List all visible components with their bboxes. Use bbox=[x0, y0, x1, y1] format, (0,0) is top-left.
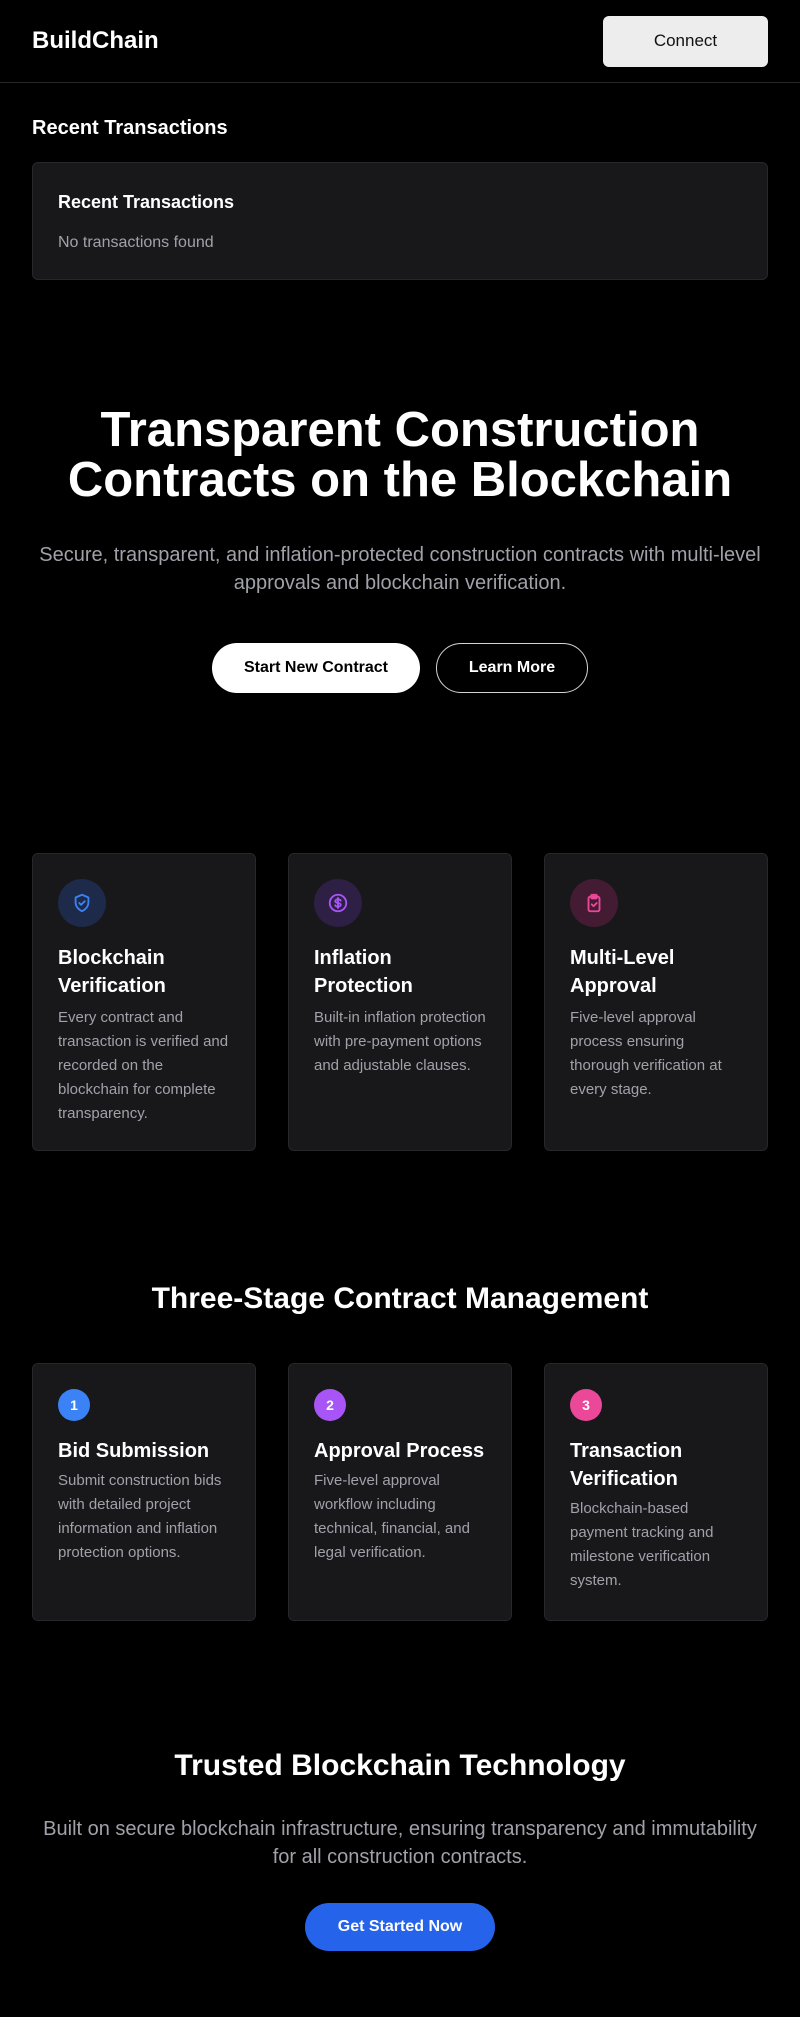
feature-card-multi-level-approval: Multi-Level Approval Five-level approval… bbox=[544, 853, 768, 1151]
hero-actions: Start New Contract Learn More bbox=[32, 643, 768, 693]
trust-subtitle: Built on secure blockchain infrastructur… bbox=[43, 1818, 757, 1868]
brand-logo[interactable]: BuildChain bbox=[32, 27, 159, 55]
get-started-button[interactable]: Get Started Now bbox=[305, 1903, 495, 1951]
start-new-contract-button[interactable]: Start New Contract bbox=[212, 643, 420, 693]
feature-description: Built-in inflation protection with pre-p… bbox=[314, 1009, 486, 1074]
stage-description: Five-level approval workflow including t… bbox=[314, 1472, 470, 1561]
empty-state-text: No transactions found bbox=[58, 234, 214, 251]
hero-section: Transparent Construction Contracts on th… bbox=[0, 405, 800, 693]
stage-number-badge: 2 bbox=[314, 1389, 346, 1421]
feature-card-blockchain-verification: Blockchain Verification Every contract a… bbox=[32, 853, 256, 1151]
stage-title: Transaction Verification bbox=[570, 1440, 683, 1490]
hero-title-line-1: Transparent Construction bbox=[100, 403, 700, 457]
feature-title: Inflation Protection bbox=[314, 947, 413, 997]
stages-heading: Three-Stage Contract Management bbox=[151, 1282, 649, 1315]
stage-card-bid-submission: 1 Bid Submission Submit construction bid… bbox=[32, 1363, 256, 1621]
trust-section: Trusted Blockchain Technology Built on s… bbox=[0, 1748, 800, 1951]
stage-number-badge: 1 bbox=[58, 1389, 90, 1421]
top-navbar: BuildChain Connect bbox=[0, 0, 800, 83]
features-section: Blockchain Verification Every contract a… bbox=[0, 853, 800, 1151]
feature-card-inflation-protection: Inflation Protection Built-in inflation … bbox=[288, 853, 512, 1151]
hero-subtitle: Secure, transparent, and inflation-prote… bbox=[39, 544, 761, 594]
recent-transactions-section: Recent Transactions Recent Transactions … bbox=[0, 116, 800, 280]
hero-title-line-2: Contracts on the Blockchain bbox=[67, 453, 733, 507]
transactions-card-title: Recent Transactions bbox=[58, 192, 235, 212]
stages-section: 1 Bid Submission Submit construction bid… bbox=[0, 1363, 800, 1621]
stage-description: Blockchain-based payment tracking and mi… bbox=[570, 1500, 714, 1589]
feature-description: Five-level approval process ensuring tho… bbox=[570, 1009, 722, 1098]
dollar-circle-icon bbox=[314, 879, 362, 927]
hero-title: Transparent Construction Contracts on th… bbox=[32, 405, 768, 505]
feature-title: Multi-Level Approval bbox=[570, 947, 675, 997]
connect-button[interactable]: Connect bbox=[603, 15, 768, 67]
stage-title: Approval Process bbox=[314, 1440, 485, 1462]
trust-actions: Get Started Now bbox=[0, 1903, 800, 1951]
stage-card-approval-process: 2 Approval Process Five-level approval w… bbox=[288, 1363, 512, 1621]
learn-more-button[interactable]: Learn More bbox=[436, 643, 588, 693]
stage-number-badge: 3 bbox=[570, 1389, 602, 1421]
clipboard-check-icon bbox=[570, 879, 618, 927]
feature-description: Every contract and transaction is verifi… bbox=[58, 1009, 229, 1122]
trust-heading: Trusted Blockchain Technology bbox=[174, 1749, 626, 1782]
feature-title: Blockchain Verification bbox=[58, 947, 166, 997]
stage-description: Submit construction bids with detailed p… bbox=[58, 1472, 222, 1561]
recent-transactions-heading: Recent Transactions bbox=[32, 117, 228, 139]
transactions-card: Recent Transactions No transactions foun… bbox=[32, 162, 768, 280]
stage-card-transaction-verification: 3 Transaction Verification Blockchain-ba… bbox=[544, 1363, 768, 1621]
stage-title: Bid Submission bbox=[58, 1440, 210, 1462]
shield-check-icon bbox=[58, 879, 106, 927]
